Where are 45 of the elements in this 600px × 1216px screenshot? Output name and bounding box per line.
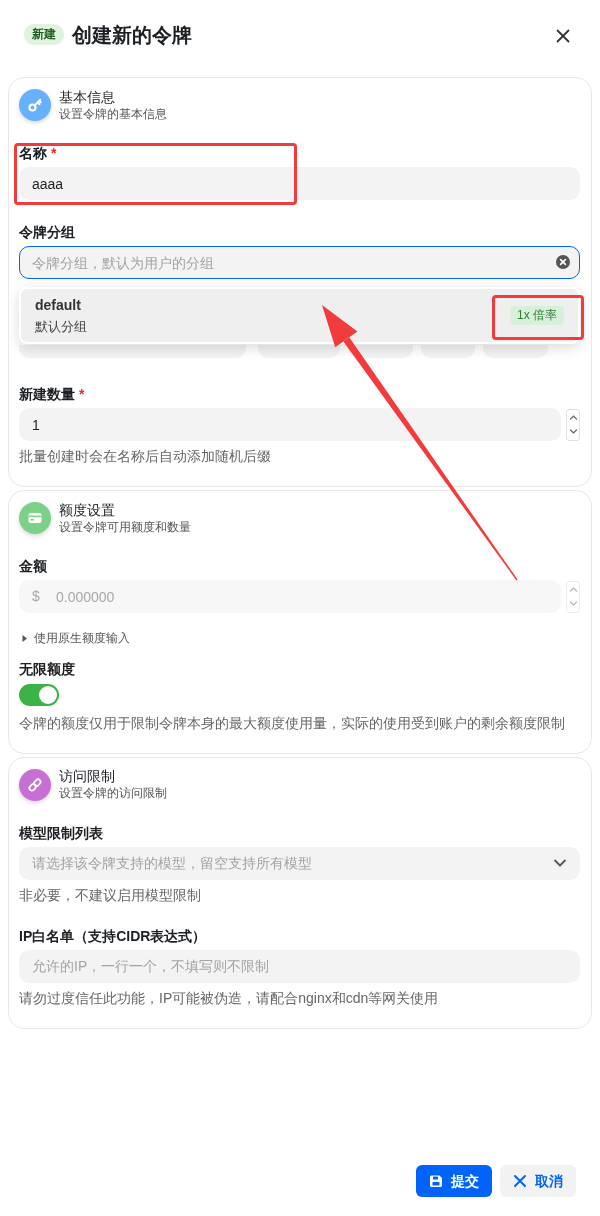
currency-symbol: $ [32, 587, 40, 606]
section-title: 访问限制 [59, 768, 116, 785]
input-field[interactable]: aaaa [19, 167, 580, 200]
field-label: 金额 [19, 557, 47, 575]
submit-button[interactable]: 提交 [416, 1165, 492, 1197]
section-subtitle: 设置令牌的访问限制 [59, 785, 167, 801]
field-label: IP白名单（支持CIDR表达式） [19, 926, 207, 945]
toggle-switch[interactable] [19, 683, 59, 706]
section-title: 基本信息 [59, 88, 116, 106]
chevron-up-icon[interactable] [568, 586, 578, 592]
required-mark: * [51, 144, 57, 162]
number-field[interactable]: 1 [19, 408, 561, 441]
field-label: 无限额度 [19, 659, 75, 678]
section-subtitle: 设置令牌可用额度和数量 [59, 518, 191, 535]
input-field[interactable] [19, 345, 246, 358]
field-label: 新建数量 [19, 385, 75, 403]
input-field[interactable]: 允许的IP，一行一个，不填写则不限制 [19, 949, 580, 983]
dialog-title: 创建新的令牌 [72, 24, 192, 46]
chevron-down-icon[interactable] [568, 601, 578, 607]
section-title: 额度设置 [59, 501, 116, 519]
number-stepper[interactable] [566, 580, 580, 613]
section-subtitle: 设置令牌的基本信息 [59, 105, 167, 122]
help-text: 非必要，不建议启用模型限制 [19, 885, 202, 904]
save-icon [429, 1174, 443, 1188]
field-label: 令牌分组 [19, 223, 75, 241]
option-description: 默认分组 [35, 317, 87, 336]
chevron-up-icon[interactable] [568, 414, 578, 420]
new-tag: 新建 [24, 24, 64, 45]
clear-icon[interactable] [556, 255, 570, 269]
field-label: 模型限制列表 [19, 823, 103, 842]
close-icon[interactable] [556, 29, 570, 43]
disclosure-toggle[interactable]: 使用原生额度输入 [21, 630, 130, 646]
close-icon [513, 1174, 527, 1188]
number-stepper[interactable] [566, 408, 580, 441]
cancel-button[interactable]: 取消 [500, 1165, 576, 1197]
option-name: default [35, 295, 82, 314]
search-select-field[interactable]: 令牌分组，默认为用户的分组 [19, 246, 580, 279]
required-mark: * [79, 385, 85, 403]
rate-tag: 1x 倍率 [510, 306, 564, 325]
help-text: 批量创建时会在名称后自动添加随机后缀 [19, 447, 272, 465]
help-text: 请勿过度信任此功能，IP可能被伪造，请配合nginx和cdn等网关使用 [19, 988, 440, 1007]
chevron-down-icon[interactable] [568, 429, 578, 435]
help-text: 令牌的额度仅用于限制令牌本身的最大额度使用量，实际的使用受到账户的剩余额度限制 [19, 713, 566, 732]
field-label: 名称 [19, 144, 47, 162]
dropdown-option[interactable]: default 默认分组 1x 倍率 [21, 289, 578, 342]
